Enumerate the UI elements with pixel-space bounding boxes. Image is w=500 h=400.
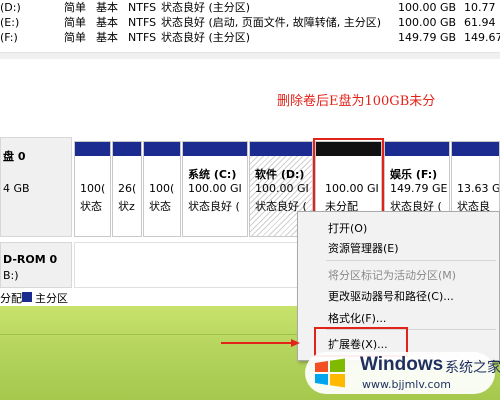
partition-bar bbox=[144, 142, 180, 156]
partition-size: 100( bbox=[80, 182, 106, 195]
partition-bar bbox=[75, 142, 110, 156]
partition-size: 100.00 GI bbox=[188, 182, 242, 195]
volume-type: 基本 bbox=[96, 1, 118, 14]
partition-status: 状态 bbox=[80, 200, 102, 213]
menu-separator bbox=[326, 260, 496, 261]
partition-size: 100.00 GI bbox=[255, 182, 309, 195]
annotation-text: 删除卷后E盘为100GB未分 bbox=[277, 94, 436, 109]
volume-row[interactable]: (E:) 简单 基本 NTFS 状态良好 (启动, 页面文件, 故障转储, 主分… bbox=[0, 15, 500, 30]
volume-free-space: 149.67 bbox=[464, 31, 500, 44]
volume-capacity: 149.79 GB bbox=[398, 31, 457, 44]
arrow-right-icon bbox=[221, 339, 300, 347]
partition-size: 149.79 GE bbox=[390, 182, 448, 195]
volume-capacity: 100.00 GB bbox=[398, 16, 457, 29]
legend-unallocated: 分配 bbox=[0, 292, 22, 305]
volume-list: (D:) 简单 基本 NTFS 状态良好 (主分区) 100.00 GB 10.… bbox=[0, 0, 500, 52]
partition-name: 系统 (C:) bbox=[188, 168, 237, 181]
volume-type: 基本 bbox=[96, 16, 118, 29]
disk-0-label[interactable]: 盘 0 4 GB bbox=[0, 137, 72, 237]
disk-title: 盘 0 bbox=[3, 150, 26, 163]
watermark-brand: Windows bbox=[360, 354, 444, 375]
menu-item-open[interactable]: 打开(O) bbox=[328, 220, 367, 236]
unallocated-highlight bbox=[313, 138, 384, 217]
menu-item-mark-active: 将分区标记为活动分区(M) bbox=[328, 269, 457, 282]
partition-status: 状z bbox=[118, 200, 135, 213]
cdrom-label[interactable]: D-ROM 0 B:) bbox=[0, 242, 72, 288]
volume-row[interactable]: (F:) 简单 基本 NTFS 状态良好 (主分区) 149.79 GB 149… bbox=[0, 30, 500, 45]
partition-status: 状态良好 ( bbox=[188, 200, 240, 213]
volume-row[interactable]: (D:) 简单 基本 NTFS 状态良好 (主分区) 100.00 GB 10.… bbox=[0, 0, 500, 15]
volume-status: 状态良好 (主分区) bbox=[161, 1, 251, 14]
volume-layout: 简单 bbox=[64, 16, 86, 29]
cdrom-drive: B:) bbox=[3, 269, 19, 282]
disk-size: 4 GB bbox=[3, 182, 30, 195]
partition-name: 软件 (D:) bbox=[255, 168, 305, 181]
volume-free-space: 10.77 bbox=[464, 1, 496, 14]
volume-status: 状态良好 (主分区) bbox=[161, 31, 251, 44]
partition-size: 100( bbox=[149, 182, 175, 195]
partition-efi[interactable]: 26( 状z bbox=[112, 141, 142, 237]
partition-bar bbox=[385, 142, 449, 156]
menu-item-format[interactable]: 格式化(F)... bbox=[328, 310, 386, 326]
legend-primary: 主分区 bbox=[35, 292, 68, 305]
volume-name: (E:) bbox=[0, 16, 20, 29]
partition-system-c[interactable]: 系统 (C:) 100.00 GI 状态良好 ( bbox=[182, 141, 248, 237]
volume-capacity: 100.00 GB bbox=[398, 1, 457, 14]
volume-layout: 简单 bbox=[64, 31, 86, 44]
legend-primary-swatch bbox=[22, 292, 32, 302]
partition-bar bbox=[452, 142, 499, 156]
volume-type: 基本 bbox=[96, 31, 118, 44]
volume-free-space: 61.94 bbox=[464, 16, 496, 29]
windows-logo-icon bbox=[315, 358, 345, 388]
partition-bar bbox=[113, 142, 141, 156]
menu-item-explorer[interactable]: 资源管理器(E) bbox=[328, 240, 399, 256]
cdrom-title: D-ROM 0 bbox=[3, 253, 58, 266]
volume-name: (F:) bbox=[0, 31, 18, 44]
partition-size: 26( bbox=[118, 182, 137, 195]
volume-layout: 简单 bbox=[64, 1, 86, 14]
volume-status: 状态良好 (启动, 页面文件, 故障转储, 主分区) bbox=[161, 16, 381, 29]
partition-size: 13.63 G bbox=[457, 182, 500, 195]
pane-splitter[interactable] bbox=[0, 52, 500, 59]
partition-name: 娱乐 (F:) bbox=[390, 168, 438, 181]
partition-status: 状态 bbox=[149, 200, 171, 213]
menu-item-change-drive-letter[interactable]: 更改驱动器号和路径(C)... bbox=[328, 288, 454, 304]
partition-msr[interactable]: 100( 状态 bbox=[143, 141, 181, 237]
partition-bar bbox=[183, 142, 247, 156]
watermark-url: www.bjjmlv.com bbox=[362, 378, 451, 391]
partition-bar bbox=[250, 142, 312, 156]
volume-name: (D:) bbox=[0, 1, 21, 14]
partition-recovery[interactable]: 100( 状态 bbox=[74, 141, 111, 237]
watermark-cn: 系统之家 bbox=[445, 360, 500, 376]
